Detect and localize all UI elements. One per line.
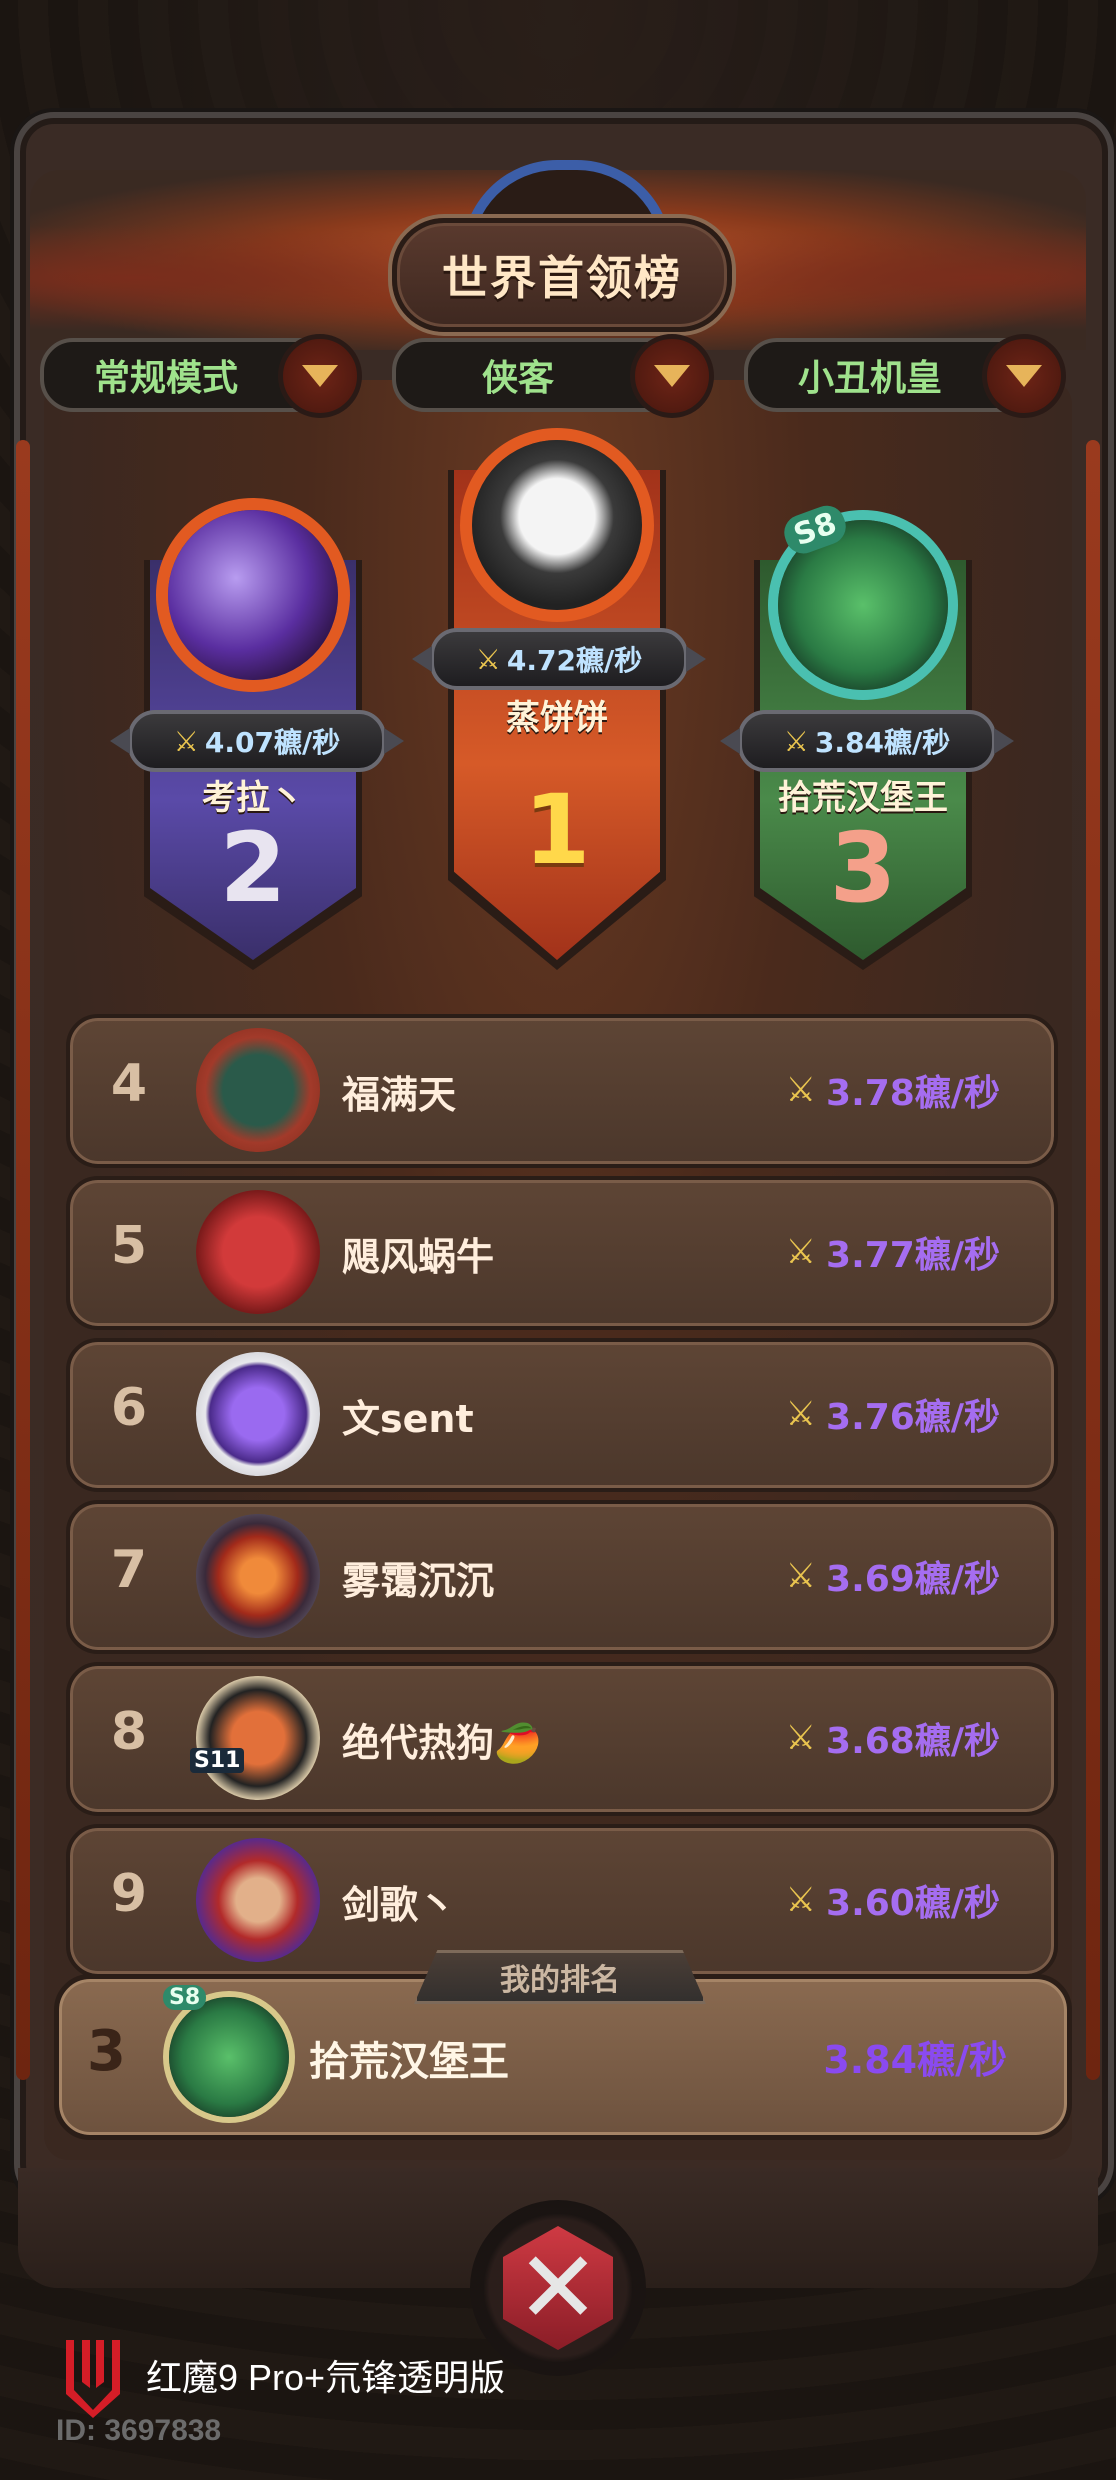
device-name: 红魔9 Pro+氘锋透明版 <box>146 2357 506 2398</box>
class-dropdown[interactable]: 侠客 <box>392 334 714 418</box>
row-name: 剑歌丶 <box>342 1883 457 1927</box>
row-name: 绝代热狗🥭 <box>342 1721 542 1765</box>
right-rail <box>1086 440 1100 2080</box>
crossed-swords-icon: ⚔ <box>785 1556 817 1596</box>
row-score: ⚔ 3.77穮/秒 <box>785 1232 1000 1276</box>
avatar[interactable] <box>196 1514 320 1638</box>
podium-rank-number-2: 2 <box>219 812 287 924</box>
row-score: ⚔ 3.69穮/秒 <box>785 1556 1000 1600</box>
row-score: ⚔ 3.60穮/秒 <box>785 1880 1000 1924</box>
avatar[interactable] <box>196 1190 320 1314</box>
list-item[interactable]: 8 S11 绝代热狗🥭 ⚔ 3.68穮/秒 <box>66 1662 1058 1816</box>
list-item[interactable]: 5 飓风蜗牛 ⚔ 3.77穮/秒 <box>66 1176 1058 1330</box>
podium-score-1: ⚔ 4.72穮/秒 <box>412 628 706 690</box>
page-title-text: 世界首领榜 <box>442 251 682 305</box>
crossed-swords-icon: ⚔ <box>475 642 501 676</box>
row-rank: 7 <box>110 1540 148 1600</box>
row-score: ⚔ 3.68穮/秒 <box>785 1718 1000 1762</box>
avatar[interactable] <box>196 1028 320 1152</box>
season-badge: S8 <box>163 1985 207 2010</box>
crossed-swords-icon: ⚔ <box>785 1394 817 1434</box>
crossed-swords-icon: ⚔ <box>785 1880 817 1920</box>
crossed-swords-icon: ⚔ <box>785 1070 817 1110</box>
crossed-swords-icon: ⚔ <box>785 1718 817 1758</box>
list-item[interactable]: 7 雾霭沉沉 ⚔ 3.69穮/秒 <box>66 1500 1058 1654</box>
podium-score-3: ⚔ 3.84穮/秒 <box>720 710 1014 772</box>
crossed-swords-icon: ⚔ <box>783 724 809 758</box>
chevron-down-icon[interactable] <box>982 334 1066 418</box>
row-name: 文sent <box>342 1397 474 1441</box>
avatar-rank-2[interactable] <box>168 510 338 680</box>
my-rank-name: 拾荒汉堡王 <box>309 2039 509 2085</box>
avatar[interactable] <box>196 1352 320 1476</box>
my-rank-score: 3.84穮/秒 <box>823 2038 1007 2082</box>
chevron-down-icon[interactable] <box>630 334 714 418</box>
my-rank-label: 我的排名 <box>414 1950 706 2004</box>
crossed-swords-icon: ⚔ <box>785 1232 817 1272</box>
row-rank: 9 <box>110 1864 148 1924</box>
boss-dropdown[interactable]: 小丑机皇 <box>744 334 1066 418</box>
device-id: ID: 3697838 <box>56 2414 222 2447</box>
list-item[interactable]: 6 文sent ⚔ 3.76穮/秒 <box>66 1338 1058 1492</box>
season-badge: S11 <box>190 1748 245 1773</box>
row-rank: 5 <box>110 1216 148 1276</box>
row-score: ⚔ 3.76穮/秒 <box>785 1394 1000 1438</box>
crossed-swords-icon: ⚔ <box>173 724 199 758</box>
row-rank: 4 <box>110 1054 148 1114</box>
podium-rank-number-3: 3 <box>829 812 897 924</box>
chevron-down-icon[interactable] <box>278 334 362 418</box>
redmagic-logo-icon <box>66 2340 120 2418</box>
podium-score-2: ⚔ 4.07穮/秒 <box>110 710 404 772</box>
podium-rank-number-1: 1 <box>523 774 591 886</box>
row-name: 福满天 <box>342 1073 457 1117</box>
podium-name-1: 蒸饼饼 <box>506 698 608 738</box>
device-watermark: 红魔9 Pro+氘锋透明版 <box>60 2330 505 2420</box>
mode-dropdown[interactable]: 常规模式 <box>40 334 362 418</box>
avatar[interactable] <box>169 1997 289 2117</box>
avatar-rank-1[interactable] <box>472 440 642 610</box>
row-rank: 8 <box>110 1702 148 1762</box>
avatar[interactable] <box>196 1676 320 1800</box>
list-item[interactable]: 4 福满天 ⚔ 3.78穮/秒 <box>66 1014 1058 1168</box>
left-rail <box>16 440 30 2080</box>
row-score: ⚔ 3.78穮/秒 <box>785 1070 1000 1114</box>
row-rank: 6 <box>110 1378 148 1438</box>
avatar[interactable] <box>196 1838 320 1962</box>
row-name: 雾霭沉沉 <box>342 1559 495 1603</box>
my-rank-number: 3 <box>87 2019 126 2084</box>
close-icon: ✕ <box>503 2226 613 2350</box>
page-title: 世界首领榜 <box>392 218 732 332</box>
row-name: 飓风蜗牛 <box>342 1235 495 1279</box>
